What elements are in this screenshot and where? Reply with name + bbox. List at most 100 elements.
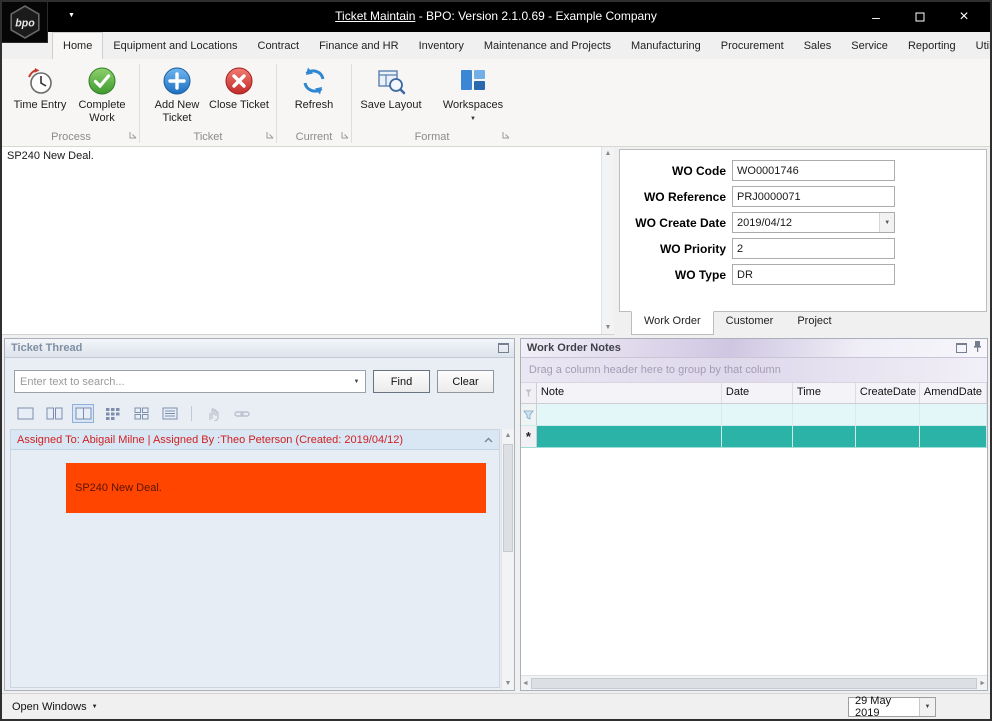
thread-scrollbar[interactable]: ▲ ▼ <box>500 429 514 690</box>
maximize-panel-icon[interactable] <box>956 343 967 353</box>
column-header-amenddate[interactable]: AmendDate <box>920 383 987 403</box>
ticket-description-editor[interactable]: SP240 New Deal. ▲ ▼ <box>2 147 614 335</box>
scroll-down-icon[interactable]: ▼ <box>602 321 614 334</box>
ribbon-tab-inventory[interactable]: Inventory <box>409 32 474 59</box>
ribbon-tab-manufacturing[interactable]: Manufacturing <box>621 32 711 59</box>
dialog-launcher-icon[interactable] <box>129 130 137 142</box>
scroll-up-icon[interactable]: ▲ <box>602 147 614 160</box>
scrollbar-thumb[interactable] <box>502 444 513 553</box>
cell-note[interactable] <box>537 426 722 447</box>
field-row: WO Create Date ▼ <box>620 212 986 233</box>
view-thumbnails-icon[interactable] <box>102 405 122 422</box>
wo-type-input[interactable] <box>733 265 894 284</box>
date-dropdown-icon[interactable]: ▼ <box>879 213 894 232</box>
view-split-icon[interactable] <box>72 404 94 423</box>
filter-cell-note[interactable] <box>537 404 722 425</box>
column-header-createdate[interactable]: CreateDate <box>856 383 920 403</box>
notes-horizontal-scrollbar[interactable]: ◄ ► <box>520 675 987 690</box>
tab-customer[interactable]: Customer <box>714 312 786 335</box>
minimize-button[interactable]: – <box>854 2 898 32</box>
complete-work-button[interactable]: Complete Work <box>72 64 132 126</box>
ribbon-group-ticket: Add New Ticket Close Ticket Ticket <box>141 61 275 146</box>
minimize-icon: – <box>872 9 880 25</box>
close-ticket-button[interactable]: Close Ticket <box>209 64 269 114</box>
ribbon-tab-finance-and-hr[interactable]: Finance and HR <box>309 32 409 59</box>
scroll-right-icon[interactable]: ► <box>979 680 986 687</box>
maximize-button[interactable] <box>898 2 942 32</box>
wo-reference-input[interactable] <box>733 187 894 206</box>
ribbon-tab-equipment-and-locations[interactable]: Equipment and Locations <box>103 32 247 59</box>
add-new-ticket-button[interactable]: Add New Ticket <box>147 64 207 126</box>
wo-priority-input[interactable] <box>733 239 894 258</box>
scroll-up-icon[interactable]: ▲ <box>502 429 514 442</box>
filter-cell-date[interactable] <box>722 404 793 425</box>
view-tiles-icon[interactable] <box>131 405 151 422</box>
cell-time[interactable] <box>793 426 856 447</box>
close-button[interactable]: × <box>942 2 986 32</box>
view-double-icon[interactable] <box>44 405 64 422</box>
thread-message-text: SP240 New Deal. <box>75 482 162 494</box>
filter-cell-time[interactable] <box>793 404 856 425</box>
status-date-dropdown-icon[interactable]: ▼ <box>919 697 935 716</box>
view-single-icon[interactable] <box>15 405 35 422</box>
ribbon-group-current: Refresh Current <box>278 61 350 146</box>
wo-code-input[interactable] <box>733 161 894 180</box>
cell-createdate[interactable] <box>856 426 920 447</box>
ribbon-tab-contract[interactable]: Contract <box>248 32 310 59</box>
save-layout-button[interactable]: Save Layout <box>359 64 423 114</box>
scrollbar-track[interactable] <box>602 160 614 321</box>
dialog-launcher-icon[interactable] <box>502 130 510 142</box>
scrollbar-thumb[interactable] <box>530 677 978 689</box>
thread-message-group-header[interactable]: Assigned To: Abigail Milne | Assigned By… <box>11 430 499 450</box>
view-list-icon[interactable] <box>160 405 180 422</box>
editor-scrollbar[interactable]: ▲ ▼ <box>601 147 614 334</box>
scroll-down-icon[interactable]: ▼ <box>502 677 514 690</box>
column-header-time[interactable]: Time <box>793 383 856 403</box>
app-menu-button[interactable]: bpo <box>2 2 48 43</box>
notes-grid: Note Date Time CreateDate AmendDate * ◄ … <box>520 383 987 690</box>
wo-priority-label: WO Priority <box>659 241 726 256</box>
scrollbar-track[interactable] <box>502 442 514 677</box>
scroll-left-icon[interactable]: ◄ <box>522 680 529 687</box>
find-button[interactable]: Find <box>373 370 430 393</box>
ribbon-tab-maintenance-and-projects[interactable]: Maintenance and Projects <box>474 32 621 59</box>
link-icon[interactable] <box>232 405 252 422</box>
ribbon-tab-sales[interactable]: Sales <box>794 32 842 59</box>
column-header-date[interactable]: Date <box>722 383 793 403</box>
maximize-panel-icon[interactable] <box>497 343 509 353</box>
wo-create-date-input[interactable] <box>733 213 880 232</box>
pan-icon[interactable] <box>203 405 223 422</box>
open-windows-button[interactable]: Open Windows ▼ <box>12 701 98 713</box>
ribbon-tab-home[interactable]: Home <box>52 32 104 59</box>
column-header-note[interactable]: Note <box>537 383 722 403</box>
tab-work-order[interactable]: Work Order <box>631 311 714 335</box>
time-entry-button[interactable]: Time Entry <box>10 64 70 114</box>
work-order-notes-title: Work Order Notes <box>526 342 621 354</box>
filter-cell-createdate[interactable] <box>856 404 920 425</box>
ribbon-tab-reporting[interactable]: Reporting <box>898 32 966 59</box>
thread-message-area: Assigned To: Abigail Milne | Assigned By… <box>5 429 514 690</box>
tab-project[interactable]: Project <box>785 312 843 335</box>
status-date-value[interactable]: 29 May 2019 <box>849 695 919 719</box>
workspaces-button[interactable]: Workspaces ▼ <box>441 64 505 125</box>
ribbon-tab-service[interactable]: Service <box>841 32 898 59</box>
grid-empty-area <box>520 448 987 675</box>
workspaces-dropdown-icon: ▼ <box>470 115 476 122</box>
dialog-launcher-icon[interactable] <box>266 130 274 142</box>
titlebar: bpo ▼ Ticket Maintain - BPO: Version 2.1… <box>2 2 990 43</box>
pin-icon[interactable] <box>973 340 982 356</box>
thread-message-card[interactable]: SP240 New Deal. <box>66 463 486 513</box>
clear-button[interactable]: Clear <box>437 370 494 393</box>
filter-cell-amenddate[interactable] <box>920 404 987 425</box>
ribbon-tab-procurement[interactable]: Procurement <box>711 32 794 59</box>
ribbon: Time Entry Complete Work Process Add New… <box>2 59 990 147</box>
wo-type-label: WO Type <box>674 267 726 282</box>
cell-date[interactable] <box>722 426 793 447</box>
cell-amenddate[interactable] <box>920 426 987 447</box>
dialog-launcher-icon[interactable] <box>341 130 349 142</box>
ribbon-tab-utilities[interactable]: Utilities <box>966 32 990 59</box>
search-dropdown-icon[interactable]: ▼ <box>348 371 365 392</box>
refresh-button[interactable]: Refresh <box>284 64 344 114</box>
thread-search-input[interactable] <box>15 375 348 388</box>
collapse-group-icon[interactable] <box>484 437 493 443</box>
